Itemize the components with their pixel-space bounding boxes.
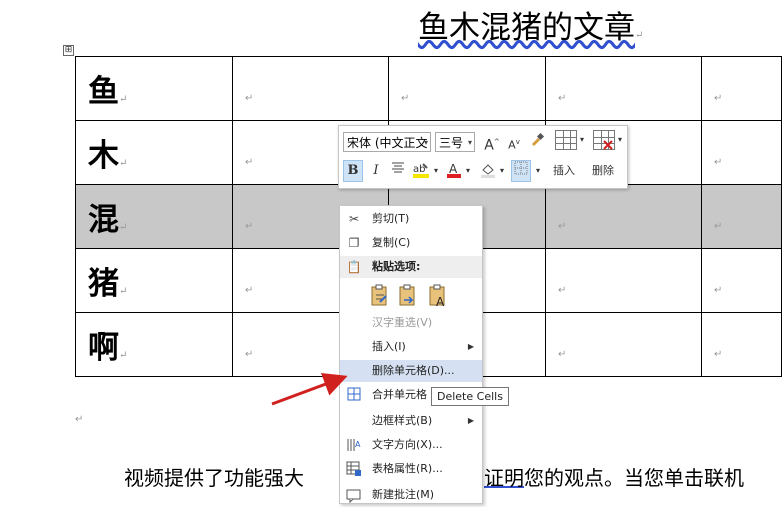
document-title: 鱼木混猪的文章↵ bbox=[418, 10, 644, 46]
menu-item-insert[interactable]: 插入(I) ▶ bbox=[340, 336, 482, 358]
menu-section-paste-options: 📋 粘贴选项: bbox=[340, 256, 482, 278]
paste-icon: 📋 bbox=[346, 260, 362, 274]
insert-button[interactable]: 插入 bbox=[553, 162, 575, 178]
font-color-icon[interactable]: A bbox=[445, 161, 463, 181]
delete-button[interactable]: 删除 bbox=[592, 162, 614, 178]
grow-font-button[interactable]: A^ bbox=[483, 132, 501, 154]
table-cell[interactable]: 混↵ bbox=[75, 184, 233, 249]
table-cell[interactable]: ↵ bbox=[701, 312, 782, 377]
chevron-down-icon: ▾ bbox=[499, 166, 504, 175]
chevron-down-icon: ▾ bbox=[535, 166, 540, 175]
paste-keep-formatting-icon[interactable] bbox=[370, 284, 390, 308]
table-cell[interactable]: ↵ bbox=[701, 184, 782, 249]
body-paragraph: 视频提供了功能强大 证明您的观点。当您单击联机 bbox=[124, 466, 744, 490]
table-cell[interactable]: ↵ bbox=[545, 312, 702, 377]
italic-button[interactable]: I bbox=[367, 161, 385, 181]
insert-table-icon[interactable] bbox=[555, 130, 577, 150]
red-pointer-arrow-icon bbox=[271, 373, 348, 406]
table-row: 鱼↵ ↵ ↵ ↵ ↵ bbox=[75, 56, 782, 121]
table-cell[interactable]: 鱼↵ bbox=[75, 56, 233, 121]
table-cell[interactable]: ↵ bbox=[701, 56, 782, 121]
menu-item-copy[interactable]: ❐ 复制(C) bbox=[340, 232, 482, 254]
menu-item-text-direction[interactable]: A 文字方向(X)... bbox=[340, 434, 482, 456]
table-cell[interactable]: 啊↵ bbox=[75, 312, 233, 377]
chevron-down-icon: ▾ bbox=[465, 166, 470, 175]
menu-item-new-comment[interactable]: 新建批注(M) bbox=[340, 484, 482, 506]
scissors-icon: ✂ bbox=[348, 212, 360, 226]
new-comment-icon bbox=[346, 487, 362, 504]
chevron-right-icon: ▶ bbox=[467, 416, 474, 425]
table-cell[interactable]: ↵ bbox=[545, 248, 702, 313]
chevron-right-icon: ▶ bbox=[467, 342, 474, 351]
paragraph-mark: ↵ bbox=[75, 414, 84, 425]
mini-formatting-toolbar: 宋体 (中文正文 ▾ 三号 ▾ A^ Av ▾ ▾ B I ab ▾ A ▾ ▾ ▾… bbox=[338, 125, 628, 189]
table-cell[interactable]: ↵ bbox=[232, 56, 389, 121]
delete-cells-tooltip: Delete Cells bbox=[431, 387, 509, 406]
merge-cells-icon bbox=[346, 387, 362, 403]
chevron-down-icon: ▾ bbox=[579, 135, 584, 144]
text-direction-icon: A bbox=[346, 437, 362, 453]
chevron-down-icon: ▾ bbox=[433, 166, 438, 175]
borders-icon[interactable] bbox=[511, 160, 531, 182]
format-painter-icon[interactable] bbox=[527, 132, 547, 152]
chevron-down-icon: ▾ bbox=[423, 138, 428, 147]
bold-button[interactable]: B bbox=[343, 160, 363, 182]
menu-item-cut[interactable]: ✂ 剪切(T) bbox=[340, 208, 482, 230]
table-cell[interactable]: ↵ bbox=[388, 56, 546, 121]
svg-text:A: A bbox=[449, 162, 458, 176]
paste-text-only-icon[interactable]: A bbox=[428, 284, 448, 309]
paste-merge-formatting-icon[interactable] bbox=[398, 284, 418, 308]
table-cell[interactable]: ↵ bbox=[701, 120, 782, 185]
highlight-color-icon[interactable]: ab bbox=[411, 161, 431, 181]
menu-item-border-style[interactable]: 边框样式(B) ▶ bbox=[340, 410, 482, 432]
table-cell[interactable]: ↵ bbox=[545, 56, 702, 121]
chevron-down-icon: ▾ bbox=[617, 135, 622, 144]
table-move-handle[interactable]: ⊞ bbox=[63, 45, 74, 56]
menu-item-delete-cells[interactable]: 删除单元格(D)... bbox=[340, 360, 482, 382]
chevron-down-icon: ▾ bbox=[467, 138, 472, 147]
table-cell[interactable]: 猪↵ bbox=[75, 248, 233, 313]
table-cell[interactable]: 木↵ bbox=[75, 120, 233, 185]
table-cell[interactable]: ↵ bbox=[701, 248, 782, 313]
shading-icon[interactable] bbox=[479, 161, 497, 181]
shrink-font-button[interactable]: Av bbox=[505, 132, 523, 152]
svg-text:A: A bbox=[355, 440, 361, 449]
context-menu: ✂ 剪切(T) ❐ 复制(C) 📋 粘贴选项: A 汉字重选(V) 插入(I) … bbox=[339, 205, 483, 504]
table-cell[interactable]: ↵ bbox=[545, 184, 702, 249]
menu-item-table-properties[interactable]: 表格属性(R)... bbox=[340, 458, 482, 480]
copy-icon: ❐ bbox=[348, 236, 360, 250]
font-size-select[interactable]: 三号 ▾ bbox=[435, 132, 475, 152]
table-properties-icon bbox=[346, 461, 362, 477]
menu-item-reselect-hanzi: 汉字重选(V) bbox=[372, 316, 433, 329]
font-name-select[interactable]: 宋体 (中文正文 ▾ bbox=[343, 132, 431, 152]
svg-text:A: A bbox=[436, 295, 445, 308]
delete-table-icon[interactable] bbox=[593, 130, 615, 150]
center-align-icon[interactable] bbox=[389, 161, 407, 181]
